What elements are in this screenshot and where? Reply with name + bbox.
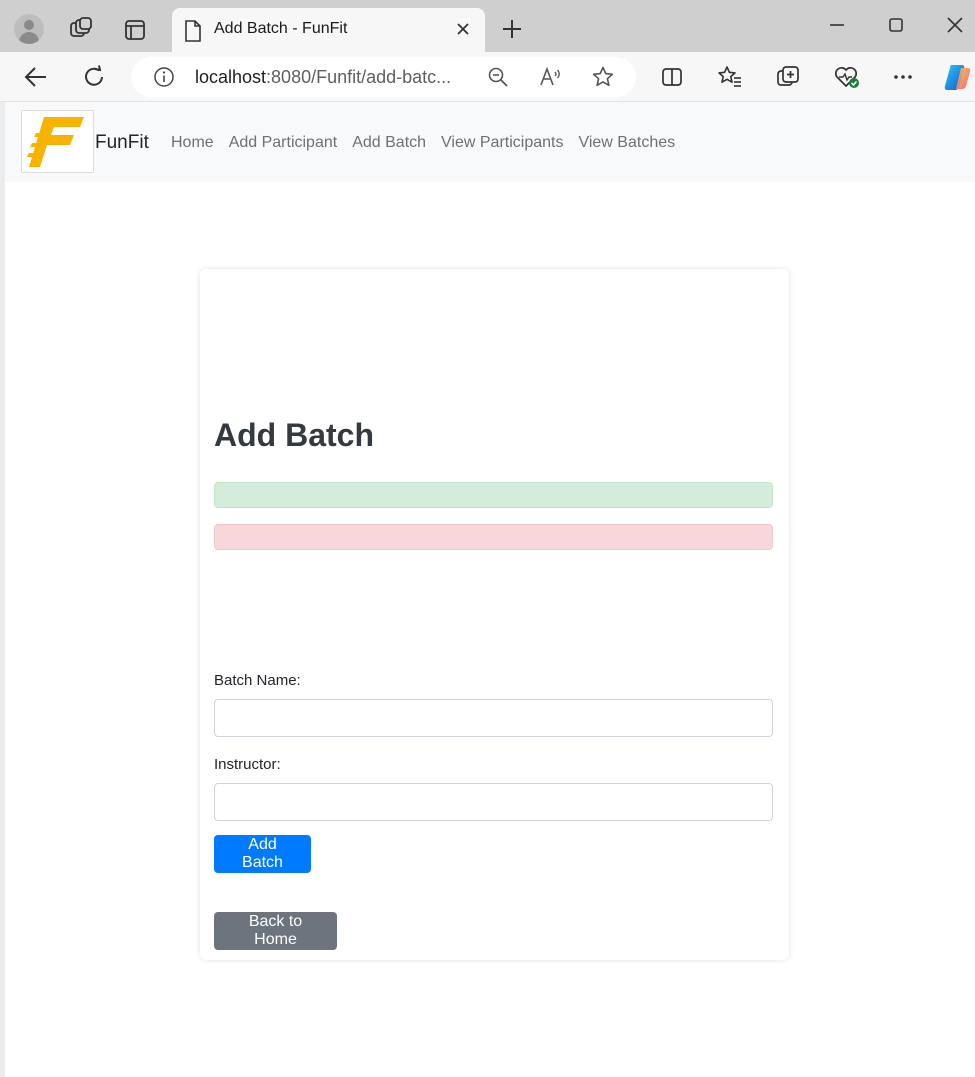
page-icon <box>184 20 202 47</box>
page-left-edge <box>0 102 5 1077</box>
brand-name[interactable]: FunFit <box>95 132 149 154</box>
more-menu-icon[interactable] <box>890 64 916 90</box>
browser-toolbar: localhost:8080/Funfit/add-batc... <box>0 52 975 102</box>
split-screen-icon[interactable] <box>660 65 684 89</box>
batch-name-input[interactable] <box>214 699 773 737</box>
read-aloud-icon[interactable] <box>539 66 563 88</box>
page-title: Add Batch <box>214 417 374 453</box>
nav-link-add-participant[interactable]: Add Participant <box>229 134 345 152</box>
site-navbar: FunFit Home Add Participant Add Batch Vi… <box>5 102 975 182</box>
instructor-input[interactable] <box>214 783 773 821</box>
instructor-label: Instructor: <box>214 756 281 773</box>
nav-link-add-batch[interactable]: Add Batch <box>352 134 433 152</box>
add-batch-card: Add Batch Batch Name: Instructor: Add Ba… <box>200 269 789 960</box>
url-text: localhost:8080/Funfit/add-batc... <box>195 67 451 88</box>
copilot-icon[interactable] <box>942 61 974 93</box>
vertical-tabs-icon[interactable] <box>123 18 147 42</box>
site-info-icon[interactable] <box>153 66 175 88</box>
profile-avatar-icon[interactable] <box>14 14 44 44</box>
batch-name-label: Batch Name: <box>214 672 301 689</box>
success-alert <box>214 482 773 508</box>
collections-icon[interactable] <box>775 64 801 90</box>
address-bar[interactable]: localhost:8080/Funfit/add-batc... <box>131 57 636 97</box>
funfit-logo[interactable] <box>21 110 94 173</box>
maximize-icon[interactable] <box>885 14 907 36</box>
favorite-star-icon[interactable] <box>591 65 615 89</box>
minimize-icon[interactable] <box>826 14 848 36</box>
active-tab[interactable]: Add Batch - FunFit <box>172 8 485 52</box>
refresh-icon[interactable] <box>81 64 107 90</box>
tab-title: Add Batch - FunFit <box>214 20 348 37</box>
back-to-home-button[interactable]: Back to Home <box>214 912 337 950</box>
tab-close-icon[interactable] <box>453 19 473 44</box>
nav-link-view-batches[interactable]: View Batches <box>578 134 682 152</box>
add-batch-button[interactable]: Add Batch <box>214 835 311 873</box>
window-close-icon[interactable] <box>944 14 966 36</box>
back-arrow-icon[interactable] <box>22 64 50 90</box>
favorites-icon[interactable] <box>717 64 743 90</box>
nav-link-home[interactable]: Home <box>171 134 221 152</box>
workspaces-icon[interactable] <box>68 16 94 42</box>
browser-tabstrip: Add Batch - FunFit <box>0 0 975 52</box>
url-path: :8080/Funfit/add-batc... <box>266 67 452 87</box>
nav-links: Home Add Participant Add Batch View Part… <box>171 134 690 152</box>
error-alert <box>214 524 773 550</box>
new-tab-icon[interactable] <box>500 17 524 41</box>
browser-essentials-icon[interactable] <box>833 64 861 90</box>
nav-link-view-participants[interactable]: View Participants <box>441 134 570 152</box>
zoom-out-icon[interactable] <box>487 66 509 88</box>
url-host: localhost <box>195 67 267 87</box>
